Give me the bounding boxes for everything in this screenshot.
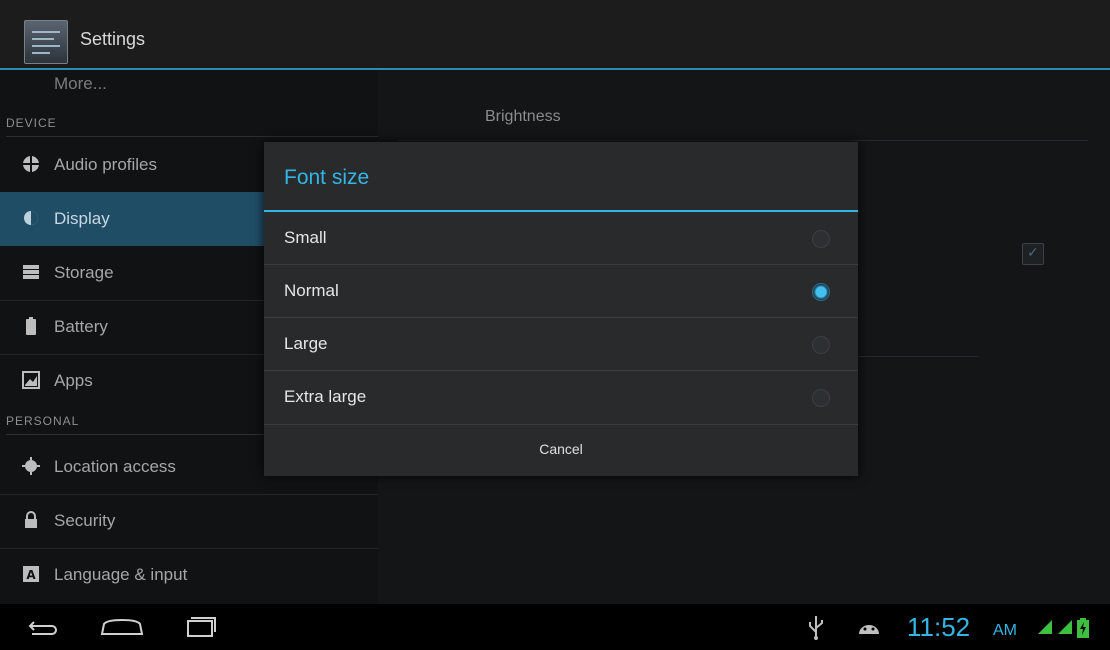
option-label: Small [284, 228, 327, 247]
option-label: Large [284, 334, 328, 353]
back-button[interactable] [18, 604, 78, 650]
option-label: Extra large [284, 387, 367, 406]
battery-charging-icon [1076, 618, 1094, 638]
action-bar: Settings [0, 0, 1110, 70]
cancel-button[interactable]: Cancel [264, 425, 858, 476]
storage-icon [22, 263, 40, 281]
personal-header-label: PERSONAL [6, 414, 80, 428]
display-icon [22, 209, 40, 227]
list-item-label: Apps [54, 371, 93, 390]
radio-button-checked[interactable] [812, 283, 830, 301]
list-item-label: Security [54, 511, 116, 530]
list-item-label: Audio profiles [54, 155, 158, 174]
system-bar: 11:52 AM [0, 604, 1110, 650]
list-item-label: Display [54, 209, 110, 228]
list-item-label: Language & input [54, 565, 188, 584]
app-title: Settings [80, 29, 146, 49]
settings-app-icon[interactable] [24, 20, 68, 64]
apps-icon [22, 371, 40, 389]
radio-button[interactable] [812, 389, 830, 407]
auto-rotate-checkbox[interactable] [1022, 243, 1044, 265]
list-item-language-input[interactable]: A Language & input [0, 548, 378, 602]
device-header-label: DEVICE [6, 116, 57, 130]
signal-icon [1056, 618, 1074, 636]
list-item-label: Location access [54, 457, 176, 476]
clock-time: 11:52 [907, 612, 971, 642]
clock-ampm: AM [993, 622, 1017, 639]
list-item-label: Battery [54, 317, 108, 336]
radio-button[interactable] [812, 230, 830, 248]
device-section-header: DEVICE [6, 110, 378, 137]
option-extra-large[interactable]: Extra large [264, 371, 858, 424]
list-item-security[interactable]: Security [0, 494, 378, 548]
recent-apps-button[interactable] [170, 604, 230, 650]
option-small[interactable]: Small [264, 212, 858, 265]
dialog-title: Font size [284, 166, 370, 189]
home-button[interactable] [92, 604, 152, 650]
screen: Settings More... DEVICE Audio profiles D… [0, 0, 1110, 650]
option-normal[interactable]: Normal [264, 265, 858, 318]
location-icon [22, 457, 40, 475]
radio-button[interactable] [812, 336, 830, 354]
back-icon [28, 621, 57, 635]
option-label: Normal [284, 281, 339, 300]
option-large[interactable]: Large [264, 318, 858, 371]
home-icon [100, 618, 144, 635]
svg-text:A: A [26, 568, 36, 582]
brightness-label[interactable]: Brightness [485, 108, 561, 126]
lock-icon [22, 511, 40, 529]
divider [398, 140, 1088, 141]
more-item[interactable]: More... [54, 74, 107, 94]
language-icon: A [22, 565, 40, 583]
battery-icon [22, 317, 40, 335]
font-size-dialog: Font size Small Normal Large Extra large… [264, 142, 858, 476]
recent-apps-icon [187, 617, 216, 637]
usb-icon [806, 614, 826, 645]
signal-icon [1036, 618, 1054, 636]
audio-profiles-icon [22, 155, 40, 173]
android-debug-icon [856, 618, 882, 643]
list-item-label: Storage [54, 263, 114, 282]
